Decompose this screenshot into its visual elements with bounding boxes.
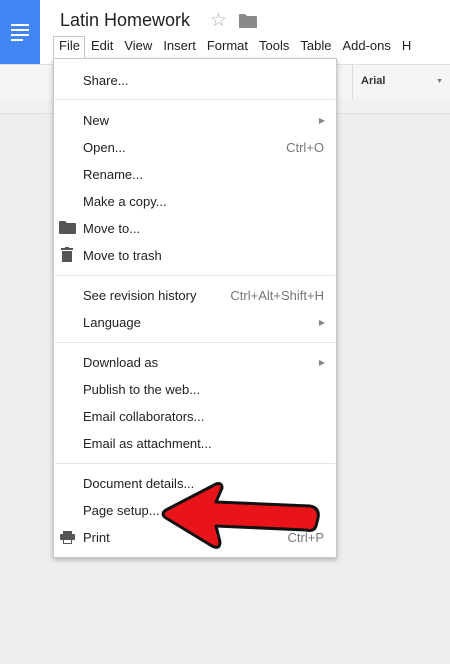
menu-item-move-to[interactable]: Move to... [54,215,336,242]
menu-item-label: Move to trash [83,248,162,263]
menu-item-email-attachment[interactable]: Email as attachment... [54,430,336,457]
menu-item-rename[interactable]: Rename... [54,161,336,188]
menu-item-label: See revision history [83,288,197,303]
printer-icon [60,531,75,549]
font-family-value: Arial [361,75,386,87]
menu-item-label: Rename... [83,167,143,182]
menu-item-label: Email as attachment... [83,436,212,451]
trash-icon [61,247,73,267]
menu-file[interactable]: File [53,36,85,58]
folder-icon[interactable] [239,14,257,33]
menu-bar: File Edit View Insert Format Tools Table Add-on… [53,36,416,58]
font-family-select[interactable]: Arial ▼ [352,65,450,99]
folder-icon [59,221,76,239]
submenu-arrow-icon: ▶ [318,116,325,125]
menu-format[interactable]: Format [201,36,253,58]
menu-item-label: Print [83,530,110,545]
menu-item-language[interactable]: Language ▶ [54,309,336,336]
menu-insert[interactable]: Insert [157,36,201,58]
menu-view[interactable]: View [118,36,157,58]
menu-item-label: Share... [83,73,129,88]
menu-item-label: Publish to the web... [83,382,201,397]
menu-divider [55,463,335,464]
menu-item-label: Language [83,315,141,330]
menu-addons[interactable]: Add-ons [336,36,395,58]
chevron-down-icon: ▼ [436,78,443,85]
shortcut-label: Ctrl+O [286,140,324,155]
menu-item-publish[interactable]: Publish to the web... [54,376,336,403]
star-icon[interactable]: ☆ [210,9,227,33]
menu-divider [55,99,335,100]
menu-item-revision-history[interactable]: See revision history Ctrl+Alt+Shift+H [54,282,336,309]
document-title[interactable]: Latin Homework [60,10,190,31]
menu-item-share[interactable]: Share... [54,67,336,94]
menu-item-new[interactable]: New ▶ [54,107,336,134]
docs-logo-icon[interactable] [0,0,40,64]
red-arrow-annotation [160,480,330,557]
menu-help[interactable]: H [396,36,416,58]
submenu-arrow-icon: ▶ [318,318,325,327]
menu-item-email-collaborators[interactable]: Email collaborators... [54,403,336,430]
menu-item-make-copy[interactable]: Make a copy... [54,188,336,215]
menu-item-download-as[interactable]: Download as ▶ [54,349,336,376]
menu-divider [55,275,335,276]
menu-item-label: Email collaborators... [83,409,205,424]
menu-tools[interactable]: Tools [253,36,294,58]
menu-item-label: Open... [83,140,126,155]
menu-item-label: Move to... [83,221,141,236]
menu-item-open[interactable]: Open... Ctrl+O [54,134,336,161]
menu-item-label: Page setup... [83,503,160,518]
menu-item-label: Make a copy... [83,194,167,209]
menu-edit[interactable]: Edit [85,36,118,58]
menu-item-move-to-trash[interactable]: Move to trash [54,242,336,269]
menu-divider [55,342,335,343]
menu-table[interactable]: Table [294,36,336,58]
shortcut-label: Ctrl+Alt+Shift+H [230,288,324,303]
menu-item-label: New [83,113,110,128]
menu-item-label: Download as [83,355,159,370]
submenu-arrow-icon: ▶ [318,358,325,367]
app-header: Latin Homework ☆ File Edit View Insert Forma… [0,0,450,64]
